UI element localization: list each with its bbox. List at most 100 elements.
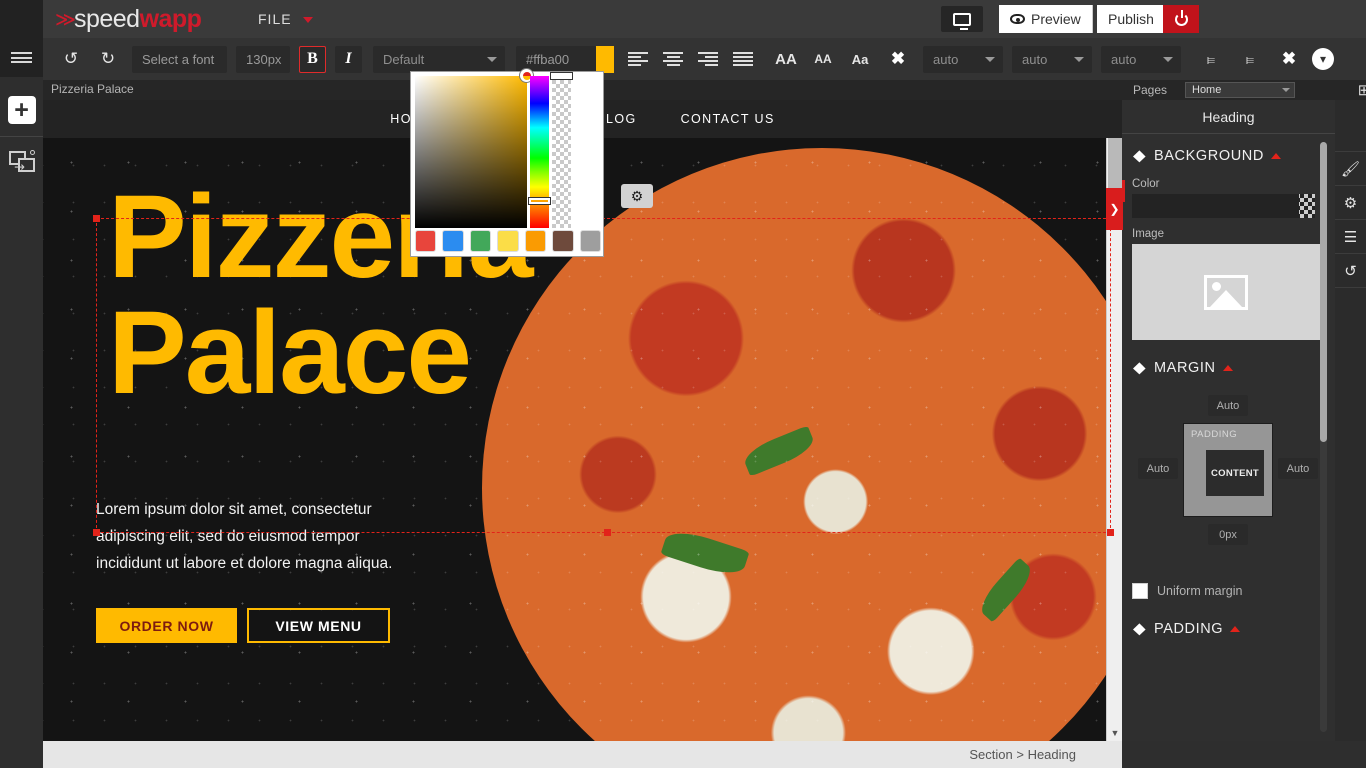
file-menu-label: FILE — [258, 11, 292, 27]
section-padding-header[interactable]: PADDING — [1122, 599, 1335, 641]
section-background-header[interactable]: BACKGROUND — [1122, 134, 1335, 168]
margin-right-value: Auto — [1286, 462, 1310, 475]
logo-text-speed: speed — [73, 4, 140, 33]
add-page-button[interactable]: ⊞ — [1355, 81, 1366, 99]
preset-brown[interactable] — [552, 230, 574, 252]
chevron-down-icon — [487, 56, 497, 62]
chevron-down-icon — [303, 17, 314, 24]
panel-title: Heading — [1122, 100, 1335, 134]
alpha-selector-handle[interactable] — [551, 73, 572, 79]
text-color-swatch[interactable] — [596, 45, 614, 73]
preset-blue[interactable] — [442, 230, 464, 252]
indent-increase-icon: ⫢ — [1245, 50, 1255, 68]
layers-list-button[interactable]: ☰ — [1335, 220, 1366, 254]
history-button[interactable]: ↺ — [1335, 254, 1366, 288]
plus-square-icon: ⊞ — [1357, 82, 1366, 99]
margin-bottom-input[interactable]: 0px — [1208, 524, 1248, 545]
menu-toggle-button[interactable] — [0, 38, 43, 77]
preset-yellow[interactable] — [497, 230, 519, 252]
publish-label: Publish — [1108, 11, 1154, 27]
font-family-select[interactable]: Select a font — [132, 45, 227, 73]
align-left-icon[interactable] — [628, 52, 648, 66]
color-saturation-area[interactable] — [415, 68, 534, 228]
padding-region: PADDING CONTENT — [1183, 423, 1273, 517]
panel-collapse-button[interactable]: ❯ — [1106, 188, 1123, 230]
margin-right-input[interactable]: Auto — [1278, 458, 1318, 479]
align-right-icon[interactable] — [698, 52, 718, 66]
indent-decrease-button[interactable]: ⫢ — [1196, 44, 1226, 74]
color-hue-slider[interactable] — [529, 76, 550, 228]
content-region: CONTENT — [1206, 450, 1264, 496]
section-background-label: BACKGROUND — [1154, 148, 1264, 164]
font-size-input[interactable]: 130px — [236, 45, 290, 73]
margin-top-input[interactable]: Auto — [1208, 395, 1248, 416]
undo-icon: ↺ — [63, 49, 79, 68]
logo-chevron-icon: ≫ — [55, 8, 76, 31]
right-tool-strip: 🖌 ⚙ ☰ ↺ — [1335, 100, 1366, 741]
margin-left-value: Auto — [1146, 462, 1170, 475]
app-logo: ≫ speed wapp — [55, 4, 202, 34]
publish-button[interactable]: Publish — [1097, 5, 1165, 33]
bold-button[interactable]: B — [299, 45, 326, 73]
view-menu-button[interactable]: VIEW MENU — [247, 608, 390, 643]
spacing-select-2[interactable]: auto — [1012, 45, 1092, 73]
text-style-value: Default — [383, 51, 425, 67]
uniform-margin-checkbox[interactable] — [1132, 583, 1148, 599]
uniform-margin-row[interactable]: Uniform margin — [1122, 559, 1335, 599]
delete-element-button[interactable]: ✖ — [1274, 44, 1304, 74]
align-justify-icon[interactable] — [733, 52, 753, 66]
change-case-button[interactable]: Aa — [845, 44, 875, 74]
caret-up-icon — [1222, 365, 1233, 371]
element-settings-button[interactable]: ⚙ — [621, 184, 653, 208]
panel-scrollbar-thumb[interactable] — [1320, 142, 1327, 442]
section-margin-label: MARGIN — [1154, 360, 1216, 376]
hero-paragraph[interactable]: Lorem ipsum dolor sit amet, consectetur … — [96, 496, 396, 577]
undo-button[interactable]: ↺ — [56, 44, 86, 74]
style-brush-button[interactable]: 🖌 — [1335, 152, 1366, 186]
decrease-font-button[interactable]: AA — [808, 44, 838, 74]
preset-green[interactable] — [469, 230, 492, 252]
gear-icon: ⚙ — [1343, 194, 1358, 212]
spacing-select-1[interactable]: auto — [923, 45, 1003, 73]
nav-item-contact[interactable]: CONTACT US — [681, 112, 775, 126]
file-menu[interactable]: FILE — [258, 11, 314, 27]
element-insert-button[interactable]: ↗ — [0, 136, 43, 186]
format-toolbar: ↺ ↻ Select a font 130px B I Default #ffb… — [43, 38, 1366, 80]
increase-font-label: AA — [775, 50, 797, 68]
italic-label: I — [345, 50, 352, 67]
close-icon: ✖ — [890, 49, 906, 68]
color-alpha-slider[interactable] — [551, 73, 572, 228]
settings-button[interactable]: ⚙ — [1335, 186, 1366, 220]
increase-font-button[interactable]: AA — [771, 44, 801, 74]
preview-button[interactable]: Preview — [999, 5, 1093, 33]
redo-button[interactable]: ↻ — [93, 44, 123, 74]
background-color-swatch[interactable] — [1132, 194, 1315, 218]
logout-button[interactable] — [1163, 5, 1199, 33]
text-style-select[interactable]: Default — [373, 45, 505, 73]
align-center-icon[interactable] — [663, 52, 683, 66]
color-picker-popup[interactable] — [410, 68, 604, 257]
page-select[interactable]: Home — [1185, 82, 1295, 98]
preset-orange[interactable] — [524, 230, 547, 252]
section-margin-header[interactable]: MARGIN — [1122, 340, 1335, 380]
preset-red[interactable] — [415, 230, 437, 252]
strip-spacer — [1335, 100, 1366, 152]
order-now-button[interactable]: ORDER NOW — [96, 608, 237, 643]
left-rail: + ↗ — [0, 38, 43, 768]
text-color-value: #ffba00 — [526, 51, 570, 67]
clear-format-button[interactable]: ✖ — [883, 44, 913, 74]
hue-selector-handle[interactable] — [529, 198, 550, 204]
italic-button[interactable]: I — [335, 45, 362, 73]
device-desktop-button[interactable] — [941, 6, 983, 32]
history-icon: ↺ — [1344, 262, 1357, 280]
hamburger-icon — [11, 52, 32, 54]
background-image-dropzone[interactable] — [1132, 244, 1320, 340]
more-options-button[interactable]: ▾ — [1312, 48, 1334, 70]
add-element-button[interactable]: + — [0, 85, 43, 135]
indent-decrease-icon: ⫢ — [1206, 50, 1216, 68]
indent-increase-button[interactable]: ⫢ — [1235, 44, 1265, 74]
margin-left-input[interactable]: Auto — [1138, 458, 1178, 479]
spacing-select-3[interactable]: auto — [1101, 45, 1181, 73]
preset-gray[interactable] — [579, 230, 601, 252]
scroll-down-button[interactable]: ▼ — [1107, 725, 1123, 741]
